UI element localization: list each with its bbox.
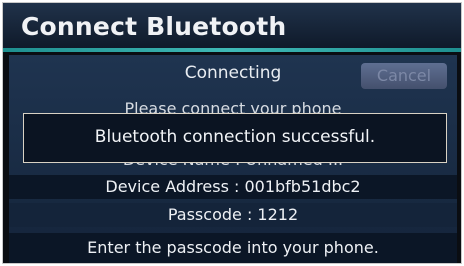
- page-title: Connect Bluetooth: [21, 12, 287, 41]
- header-bar: Connect Bluetooth: [3, 3, 461, 48]
- cancel-button[interactable]: Cancel: [361, 63, 447, 89]
- screen-frame: Connect Bluetooth Connecting Cancel Plea…: [2, 2, 462, 264]
- header-divider: [3, 48, 461, 52]
- device-address-row: Device Address : 001bfb51dbc2: [9, 175, 457, 199]
- success-toast: Bluetooth connection successful.: [23, 113, 447, 163]
- toast-message: Bluetooth connection successful.: [94, 127, 376, 147]
- instruction-row: Enter the passcode into your phone.: [9, 233, 457, 263]
- passcode-row: Passcode : 1212: [9, 203, 457, 227]
